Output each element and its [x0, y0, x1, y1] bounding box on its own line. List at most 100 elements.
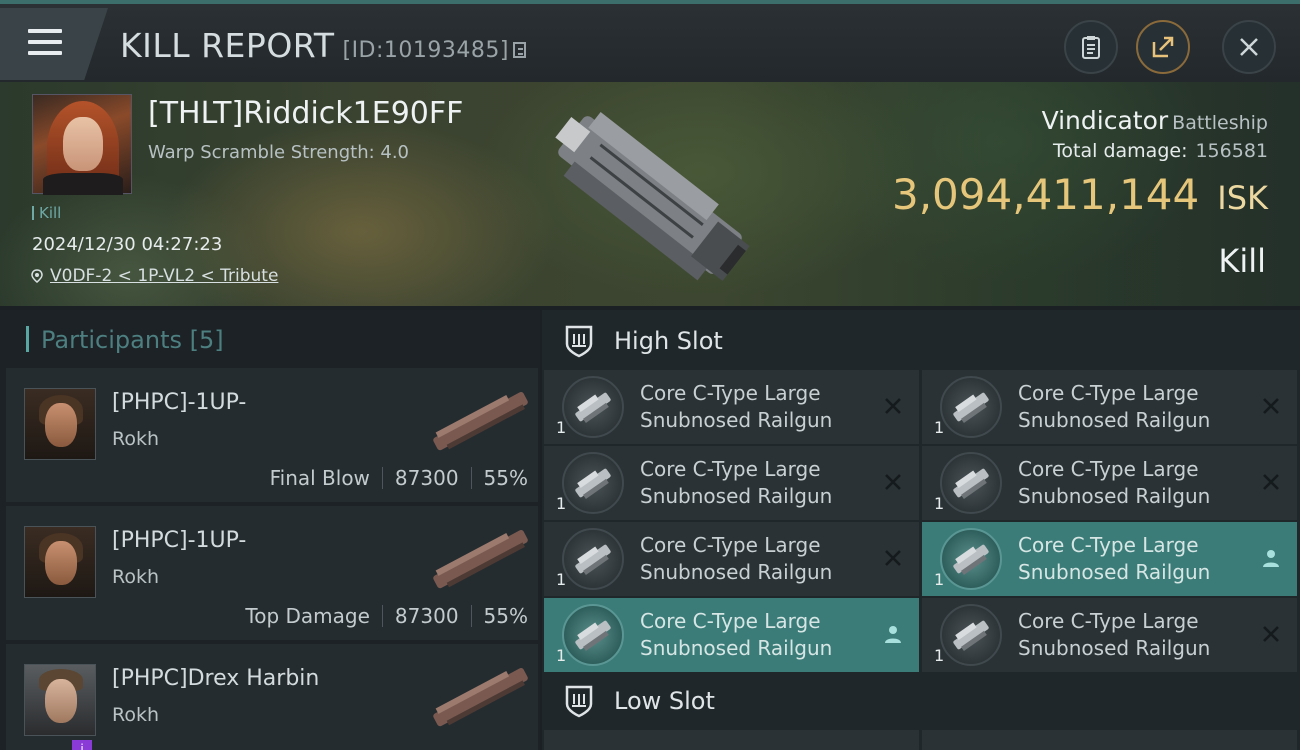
- module-name-line1: Core C-Type Large: [1018, 457, 1199, 481]
- module-name: Core C-Type Large Snubnosed Railgun: [1018, 380, 1248, 434]
- isk-unit: ISK: [1217, 179, 1268, 217]
- total-damage-label: Total damage:: [1053, 140, 1188, 162]
- high-slot-module[interactable]: 1 Core C-Type Large Snubnosed Railgun: [544, 598, 919, 672]
- high-slot-module[interactable]: 1 Core C-Type Large Snubnosed Railgun: [544, 522, 919, 596]
- participant-ship-image: [433, 530, 528, 589]
- module-name-line1: Core C-Type Large: [640, 381, 821, 405]
- low-slot-module-peek[interactable]: [922, 730, 1297, 750]
- victim-portrait[interactable]: [32, 94, 132, 195]
- railgun-icon: [940, 604, 1002, 666]
- module-quantity: 1: [556, 570, 567, 589]
- victim-ship-name[interactable]: Vindicator Battleship: [1042, 106, 1268, 135]
- isk-loss: 3,094,411,144 ISK: [892, 170, 1268, 219]
- participant-ship: Rokh: [112, 428, 160, 450]
- module-name-line2: Snubnosed Railgun: [1018, 636, 1211, 660]
- high-slot-header: High Slot: [562, 316, 723, 366]
- module-quantity: 1: [934, 494, 945, 513]
- module-quantity: 1: [934, 646, 945, 665]
- module-name-line2: Snubnosed Railgun: [1018, 408, 1211, 432]
- participant-percent: 55%: [483, 604, 528, 628]
- module-name: Core C-Type Large Snubnosed Railgun: [640, 532, 870, 586]
- dropped-person-icon: [1263, 550, 1279, 567]
- destroyed-x-icon: [885, 550, 901, 566]
- page-title: KILL REPORT [ID:10193485]: [120, 26, 526, 65]
- module-name-line1: Core C-Type Large: [640, 609, 821, 633]
- kill-location-link[interactable]: V0DF-2 < 1P-VL2 < Tribute: [30, 266, 278, 286]
- kill-datetime: 2024/12/30 04:27:23: [32, 234, 223, 255]
- title-text: KILL REPORT: [120, 26, 335, 65]
- low-slot-module-peek[interactable]: [544, 730, 919, 750]
- low-slot-label: Low Slot: [614, 687, 715, 715]
- module-name: Core C-Type Large Snubnosed Railgun: [1018, 456, 1248, 510]
- participant-row[interactable]: [PHPC]-1UP- Rokh Final Blow 87300 55%: [6, 368, 538, 502]
- info-icon[interactable]: i: [72, 740, 92, 750]
- copy-icon[interactable]: [512, 42, 526, 58]
- participant-role: Final Blow: [269, 466, 370, 490]
- kill-tag: Kill: [32, 204, 61, 222]
- module-name: Core C-Type Large Snubnosed Railgun: [1018, 608, 1248, 662]
- railgun-icon: [940, 452, 1002, 514]
- destroyed-x-icon: [885, 398, 901, 414]
- module-name: Core C-Type Large Snubnosed Railgun: [640, 608, 870, 662]
- close-button[interactable]: [1222, 20, 1276, 74]
- participant-avatar[interactable]: [24, 388, 96, 460]
- module-name: Core C-Type Large Snubnosed Railgun: [640, 456, 870, 510]
- module-name-line2: Snubnosed Railgun: [1018, 484, 1211, 508]
- railgun-icon: [562, 604, 624, 666]
- low-slot-header: Low Slot: [562, 676, 715, 726]
- menu-button[interactable]: [0, 8, 108, 80]
- module-name-line1: Core C-Type Large: [640, 457, 821, 481]
- close-icon: [1240, 38, 1258, 56]
- module-name-line1: Core C-Type Large: [1018, 533, 1199, 557]
- participant-stats: Final Blow 87300 55%: [270, 466, 528, 490]
- report-id: [ID:10193485]: [342, 38, 509, 63]
- participant-avatar[interactable]: [24, 664, 96, 736]
- location-pin-icon: [31, 269, 43, 283]
- high-slot-module[interactable]: 1 Core C-Type Large Snubnosed Railgun: [544, 446, 919, 520]
- participant-name: [PHPC]Drex Harbin: [112, 666, 320, 691]
- total-damage-value: 156581: [1195, 140, 1268, 162]
- kill-summary-banner: [THLT]Riddick1E90FF Warp Scramble Streng…: [0, 82, 1300, 306]
- shield-icon: [565, 325, 593, 358]
- warp-scramble-strength: Warp Scramble Strength: 4.0: [148, 142, 410, 163]
- top-bar: KILL REPORT [ID:10193485]: [0, 0, 1300, 82]
- high-slot-module[interactable]: 1 Core C-Type Large Snubnosed Railgun: [922, 598, 1297, 672]
- participants-header: Participants [5]: [26, 326, 224, 354]
- high-slot-module[interactable]: 1 Core C-Type Large Snubnosed Railgun: [544, 370, 919, 444]
- module-name-line2: Snubnosed Railgun: [1018, 560, 1211, 584]
- victim-ship-image[interactable]: [520, 90, 780, 300]
- module-name-line2: Snubnosed Railgun: [640, 484, 833, 508]
- high-slot-label: High Slot: [614, 327, 723, 355]
- high-slot-module[interactable]: 1 Core C-Type Large Snubnosed Railgun: [922, 446, 1297, 520]
- high-slot-module[interactable]: 1 Core C-Type Large Snubnosed Railgun: [922, 522, 1297, 596]
- share-icon: [1152, 36, 1174, 58]
- module-name: Core C-Type Large Snubnosed Railgun: [640, 380, 870, 434]
- participant-row[interactable]: i [PHPC]Drex Harbin Rokh: [6, 644, 538, 750]
- module-name-line1: Core C-Type Large: [1018, 381, 1199, 405]
- share-button[interactable]: [1136, 20, 1190, 74]
- high-slot-module[interactable]: 1 Core C-Type Large Snubnosed Railgun: [922, 370, 1297, 444]
- module-quantity: 1: [556, 646, 567, 665]
- module-quantity: 1: [556, 418, 567, 437]
- participant-ship-image: [433, 392, 528, 451]
- destroyed-x-icon: [885, 474, 901, 490]
- dropped-person-icon: [885, 626, 901, 643]
- clipboard-icon: [1082, 36, 1100, 59]
- victim-name[interactable]: [THLT]Riddick1E90FF: [148, 96, 463, 131]
- railgun-icon: [940, 376, 1002, 438]
- participant-name: [PHPC]-1UP-: [112, 390, 247, 415]
- module-name-line2: Snubnosed Railgun: [640, 636, 833, 660]
- railgun-icon: [562, 528, 624, 590]
- result-label: Kill: [1218, 242, 1266, 280]
- participant-avatar[interactable]: [24, 526, 96, 598]
- railgun-icon: [562, 376, 624, 438]
- participant-ship: Rokh: [112, 566, 160, 588]
- destroyed-x-icon: [1263, 474, 1279, 490]
- location-text: V0DF-2 < 1P-VL2 < Tribute: [50, 266, 279, 286]
- participant-row[interactable]: [PHPC]-1UP- Rokh Top Damage 87300 55%: [6, 506, 538, 640]
- clipboard-button[interactable]: [1064, 20, 1118, 74]
- module-quantity: 1: [934, 570, 945, 589]
- module-quantity: 1: [934, 418, 945, 437]
- participant-ship-image: [433, 668, 528, 727]
- menu-icon: [28, 29, 62, 55]
